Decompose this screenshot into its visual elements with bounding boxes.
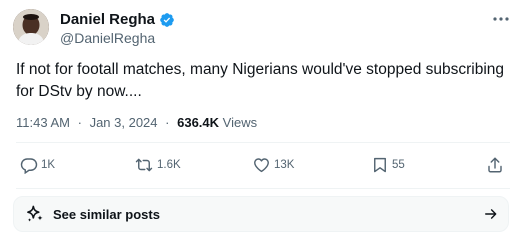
avatar[interactable]: [13, 9, 49, 45]
action-bar: 1K 1.6K 13K 55: [16, 153, 510, 177]
meta-separator: ·: [165, 115, 170, 130]
share-icon: [488, 157, 502, 173]
more-options-button[interactable]: [490, 9, 512, 29]
repost-count: 1.6K: [157, 159, 181, 171]
reply-count: 1K: [41, 159, 56, 171]
sparkle-icon: [27, 205, 43, 222]
author-name-row[interactable]: Daniel Regha: [60, 11, 175, 29]
author-handle[interactable]: @DanielRegha: [60, 29, 155, 47]
tweet-text: If not for footall matches, many Nigeria…: [16, 61, 505, 100]
repost-icon: [135, 158, 153, 172]
author-display-name[interactable]: Daniel Regha: [60, 11, 155, 29]
share-button[interactable]: [486, 153, 504, 177]
repost-button[interactable]: 1.6K: [134, 153, 181, 177]
reply-icon: [20, 158, 38, 174]
heart-icon: [254, 158, 269, 173]
views-label: Views: [222, 115, 258, 130]
reply-button[interactable]: 1K: [20, 153, 55, 177]
tweet-meta: 11:43 AM · Jan 3, 2024 · 636.4K Views: [16, 114, 257, 132]
verified-badge-icon: [159, 12, 175, 28]
bookmark-button[interactable]: 55: [371, 153, 405, 177]
arrow-right-icon: [485, 209, 497, 219]
like-button[interactable]: 13K: [252, 153, 294, 177]
meta-separator: ·: [77, 115, 82, 130]
see-similar-posts-button[interactable]: See similar posts: [13, 196, 509, 232]
more-dots-icon: [493, 17, 509, 21]
bookmark-icon: [374, 157, 386, 173]
views-count: 636.4K: [177, 115, 220, 130]
tweet-card: Daniel Regha @DanielRegha If not for foo…: [0, 0, 519, 240]
see-similar-posts-label: See similar posts: [53, 207, 160, 222]
bookmark-count: 55: [392, 159, 405, 171]
divider: [16, 188, 510, 189]
tweet-date[interactable]: Jan 3, 2024: [90, 115, 158, 130]
like-count: 13K: [274, 159, 295, 171]
tweet-time[interactable]: 11:43 AM: [16, 115, 70, 130]
divider: [16, 142, 510, 143]
